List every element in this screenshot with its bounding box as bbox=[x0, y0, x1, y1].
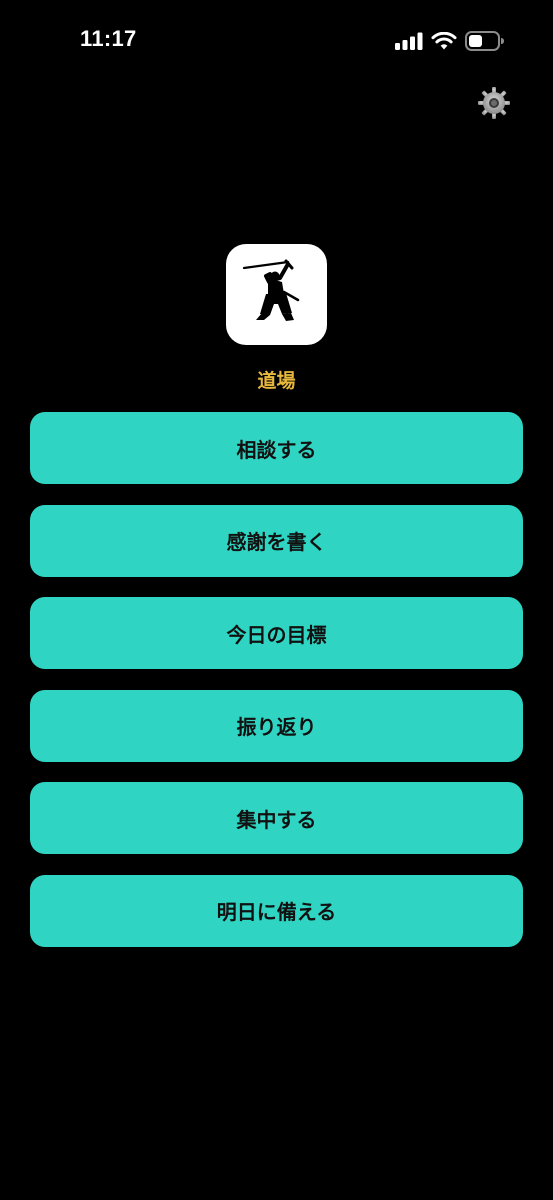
status-icons bbox=[395, 28, 505, 54]
samurai-logo-icon bbox=[242, 258, 312, 332]
battery-icon bbox=[465, 31, 505, 51]
prepare-tomorrow-button[interactable]: 明日に備える bbox=[30, 874, 523, 947]
status-time: 11:17 bbox=[80, 26, 137, 51]
settings-button[interactable] bbox=[477, 86, 511, 120]
reflection-button[interactable]: 振り返り bbox=[30, 689, 523, 762]
write-gratitude-button[interactable]: 感謝を書く bbox=[30, 504, 523, 577]
focus-button[interactable]: 集中する bbox=[30, 782, 523, 855]
wifi-icon bbox=[431, 31, 457, 51]
app-logo bbox=[226, 244, 327, 345]
todays-goal-button[interactable]: 今日の目標 bbox=[30, 597, 523, 670]
gear-icon bbox=[477, 87, 511, 124]
app-title: 道場 bbox=[257, 370, 296, 392]
signal-icon bbox=[395, 32, 423, 50]
status-bar: 11:17 bbox=[0, 0, 553, 80]
menu-list: 相談する 感謝を書く 今日の目標 振り返り 集中する 明日に備える bbox=[30, 412, 523, 968]
consult-button[interactable]: 相談する bbox=[30, 412, 523, 484]
